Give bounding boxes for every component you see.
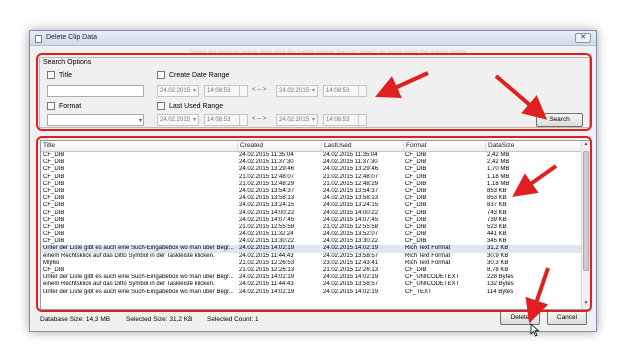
arrow-to-clip-list xyxy=(512,164,558,197)
arrow-to-search-options xyxy=(375,71,429,98)
arrow-to-search-button xyxy=(494,74,548,120)
arrow-to-delete-button xyxy=(525,267,550,324)
annotation-arrows xyxy=(375,71,558,324)
